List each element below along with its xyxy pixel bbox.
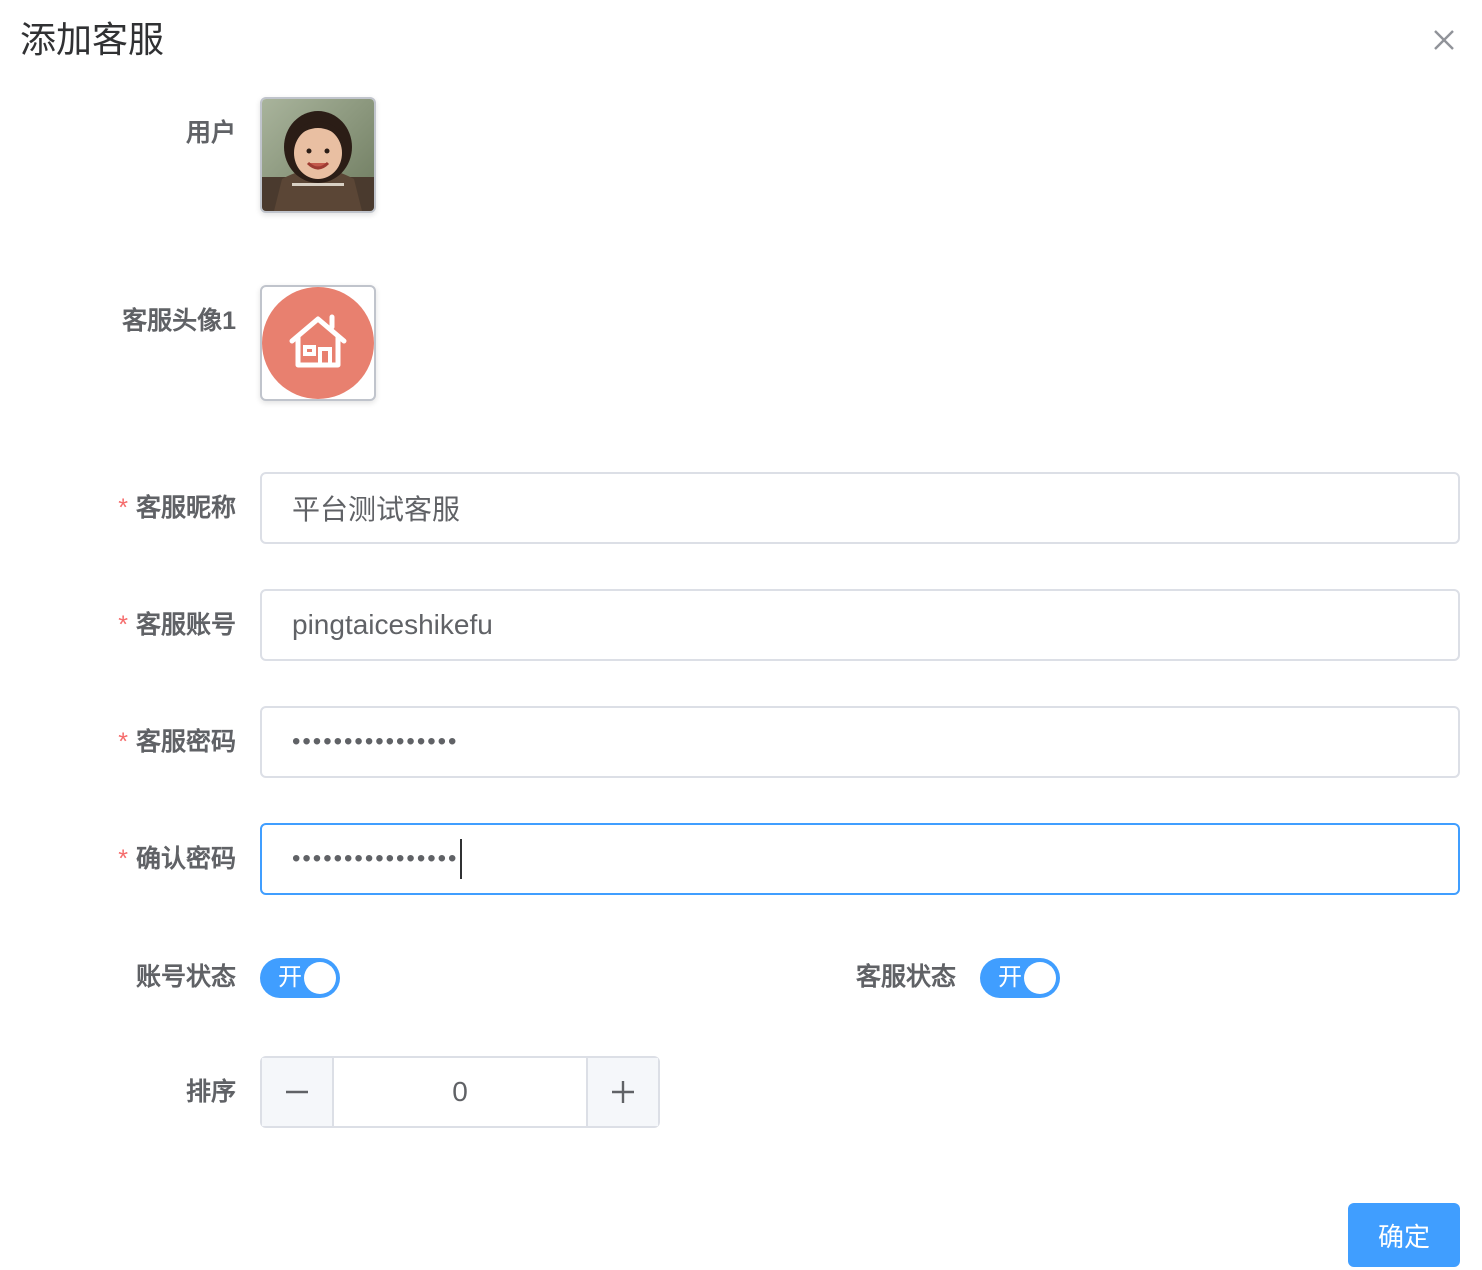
account-status-switch[interactable]: 开 [260,958,340,998]
service-avatar-upload[interactable] [260,285,376,401]
user-photo[interactable] [260,97,376,213]
password-value: •••••••••••••••• [292,728,459,755]
user-photo-image [262,99,374,211]
password-input[interactable]: •••••••••••••••• [260,706,1460,778]
service-status-switch[interactable]: 开 [980,958,1060,998]
password-label: * 客服密码 [118,728,236,756]
confirm-password-input[interactable]: •••••••••••••••• [260,823,1460,895]
increment-button[interactable] [586,1058,658,1126]
sort-stepper: 0 [260,1056,660,1128]
dialog-title: 添加客服 [20,19,165,60]
account-value: pingtaiceshikefu [292,609,493,640]
nickname-label: * 客服昵称 [118,494,236,522]
house-icon [262,287,374,399]
text-caret [460,839,463,879]
nickname-value: 平台测试客服 [292,494,461,525]
plus-icon [612,1081,634,1103]
sort-value[interactable]: 0 [334,1058,586,1126]
sort-label: 排序 [185,1078,236,1106]
service-status-label: 客服状态 [855,963,956,991]
decrement-button[interactable] [262,1058,334,1126]
account-label: * 客服账号 [118,611,236,639]
user-label: 用户 [185,119,236,147]
avatar-label: 客服头像1 [122,307,236,335]
account-status-switch-text: 开 [278,964,302,991]
switch-knob [304,962,336,994]
add-service-dialog: 添加客服 用户 客服头像1 * 客服昵称 平台测试客服 * 客服账号 pingt… [0,0,1482,1270]
nickname-input[interactable]: 平台测试客服 [260,472,1460,544]
confirm-password-value: •••••••••••••••• [292,845,459,872]
confirm-button[interactable]: 确定 [1348,1203,1460,1267]
confirm-password-label: * 确认密码 [118,845,236,873]
account-input[interactable]: pingtaiceshikefu [260,589,1460,661]
account-status-label: 账号状态 [135,963,236,991]
close-icon[interactable] [1428,24,1460,56]
switch-knob [1024,962,1056,994]
minus-icon [286,1090,308,1094]
service-status-switch-text: 开 [998,964,1022,991]
